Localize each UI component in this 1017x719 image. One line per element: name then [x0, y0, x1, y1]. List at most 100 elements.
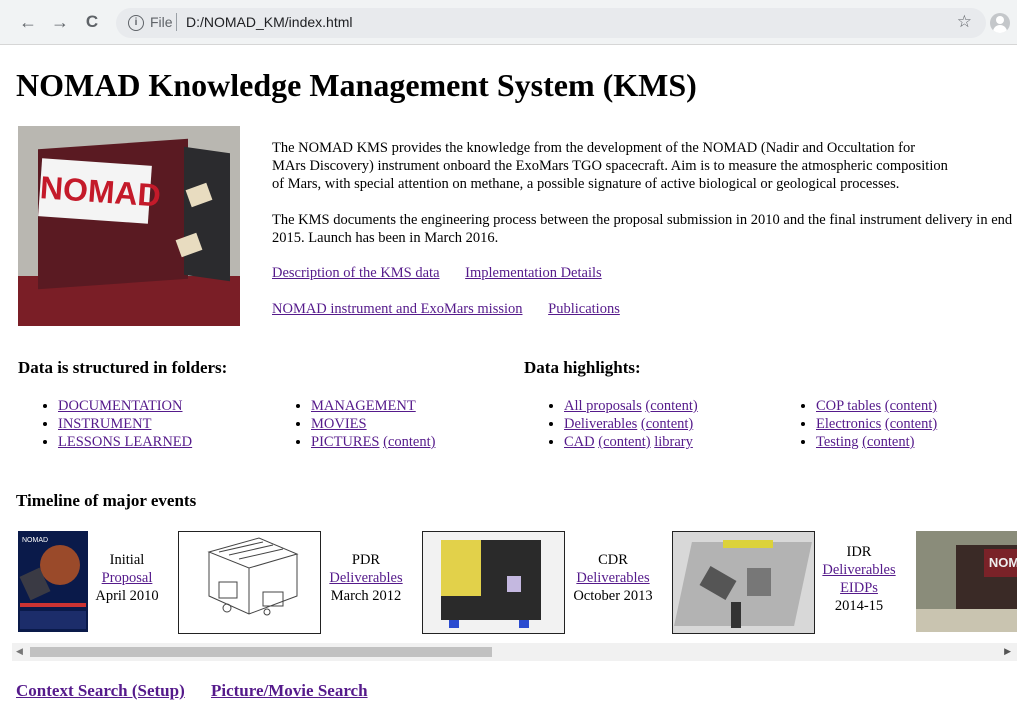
intro-paragraph-2: The KMS documents the engineering proces…: [272, 212, 1013, 246]
profile-avatar-icon[interactable]: [990, 13, 1010, 33]
pdr-deliverables-link[interactable]: Deliverables: [329, 570, 402, 586]
list-item: Deliverables (content): [564, 415, 698, 433]
picture-movie-search-link[interactable]: Picture/Movie Search: [211, 681, 368, 700]
timeline-caption-pdr: PDR Deliverables March 2012: [321, 551, 411, 605]
electronics-link[interactable]: Electronics: [816, 416, 881, 432]
testing-link[interactable]: Testing: [816, 434, 858, 450]
cdr-model-thumb[interactable]: [422, 531, 565, 634]
scroll-right-arrow-icon[interactable]: ▶: [1004, 646, 1011, 657]
intro-line: The NOMAD KMS provides the knowledge fro…: [272, 140, 916, 156]
cop-content-link[interactable]: (content): [885, 398, 937, 414]
implementation-details-link[interactable]: Implementation Details: [465, 265, 602, 281]
cdr-yellow-panel: [441, 540, 481, 596]
timeline-date: April 2010: [95, 588, 159, 604]
idr-yellow-element: [723, 540, 773, 548]
list-item: MANAGEMENT: [311, 397, 435, 415]
list-item: PICTURES (content): [311, 433, 435, 451]
pictures-link[interactable]: PICTURES: [311, 434, 380, 450]
poster-planet: [40, 545, 80, 585]
management-link[interactable]: MANAGEMENT: [311, 398, 416, 414]
highlights-list-2: COP tables (content) Electronics (conten…: [774, 397, 937, 451]
page-title: NOMAD Knowledge Management System (KMS): [16, 67, 697, 103]
folders-list-2: MANAGEMENT MOVIES PICTURES (content): [269, 397, 435, 451]
movies-link[interactable]: MOVIES: [311, 416, 367, 432]
all-proposals-link[interactable]: All proposals: [564, 398, 642, 414]
timeline-date: October 2013: [573, 588, 653, 604]
pictures-content-link[interactable]: (content): [383, 434, 435, 450]
cdr-deliverables-link[interactable]: Deliverables: [576, 570, 649, 586]
idr-component: [747, 568, 771, 596]
proposal-poster-thumb[interactable]: NOMAD: [18, 531, 88, 632]
bookmark-star-icon[interactable]: ☆: [957, 12, 972, 32]
intro-paragraph-1: The NOMAD KMS provides the knowledge fro…: [272, 139, 1017, 193]
timeline-strip[interactable]: NOMAD Initial Proposal April 2010 PDR De…: [18, 531, 1017, 634]
list-item: Electronics (content): [816, 415, 937, 433]
back-arrow-icon[interactable]: ←: [18, 12, 38, 32]
folders-heading: Data is structured in folders:: [18, 358, 228, 377]
cad-content-link[interactable]: (content): [598, 434, 650, 450]
timeline-caption-initial: Initial Proposal April 2010: [90, 551, 164, 605]
intro-line: of Mars, with special attention on metha…: [272, 176, 900, 192]
timeline-line: IDR: [846, 544, 872, 560]
list-item: COP tables (content): [816, 397, 937, 415]
electronics-content-link[interactable]: (content): [885, 416, 937, 432]
instrument-mission-link[interactable]: NOMAD instrument and ExoMars mission: [272, 301, 523, 317]
timeline-line: CDR: [598, 552, 628, 568]
cop-tables-link[interactable]: COP tables: [816, 398, 881, 414]
idr-bench-plate: [674, 542, 812, 626]
highlights-heading: Data highlights:: [524, 358, 641, 377]
final-photo-label: NOM: [984, 549, 1017, 577]
final-photo-table: [916, 609, 1017, 632]
cdr-window: [507, 576, 521, 592]
intro-line: MArs Discovery) instrument onboard the E…: [272, 158, 948, 174]
publications-link[interactable]: Publications: [548, 301, 620, 317]
deliverables-link[interactable]: Deliverables: [564, 416, 637, 432]
poster-title: NOMAD: [22, 537, 49, 544]
idr-component: [731, 602, 741, 628]
url-text[interactable]: D:/NOMAD_KM/index.html: [186, 14, 352, 30]
kms-data-description-link[interactable]: Description of the KMS data: [272, 265, 440, 281]
context-search-link[interactable]: Context Search (Setup): [16, 681, 185, 700]
cdr-foot: [449, 620, 459, 628]
documentation-link[interactable]: DOCUMENTATION: [58, 398, 183, 414]
timeline-caption-cdr: CDR Deliverables October 2013: [566, 551, 660, 605]
horizontal-scrollbar[interactable]: ◀ ▶: [12, 643, 1017, 661]
browser-toolbar: ← → C i File D:/NOMAD_KM/index.html ☆: [0, 0, 1017, 45]
photo-nomad-label: NOMAD: [38, 158, 162, 224]
timeline-proposal-link[interactable]: Proposal: [102, 570, 153, 586]
final-instrument-photo-thumb[interactable]: NOM: [916, 531, 1017, 632]
intro-text: The NOMAD KMS provides the knowledge fro…: [272, 139, 1017, 247]
idr-eidps-link[interactable]: EIDPs: [840, 580, 878, 596]
list-item: LESSONS LEARNED: [58, 433, 192, 451]
info-icon[interactable]: i: [128, 15, 144, 31]
timeline-line: PDR: [351, 552, 381, 568]
scroll-left-arrow-icon[interactable]: ◀: [16, 646, 23, 657]
cad-library-link[interactable]: library: [654, 434, 693, 450]
url-scheme: File: [150, 14, 173, 30]
info-links-row-1: Description of the KMS data Implementati…: [272, 265, 624, 282]
list-item: Testing (content): [816, 433, 937, 451]
idr-deliverables-link[interactable]: Deliverables: [822, 562, 895, 578]
list-item: INSTRUMENT: [58, 415, 192, 433]
idr-bench-thumb[interactable]: [672, 531, 815, 634]
cdr-foot: [519, 620, 529, 628]
instrument-link[interactable]: INSTRUMENT: [58, 416, 151, 432]
forward-arrow-icon[interactable]: →: [50, 12, 70, 32]
pdr-drawing-thumb[interactable]: [178, 531, 321, 634]
address-separator: [176, 13, 177, 31]
list-item: CAD (content) library: [564, 433, 698, 451]
timeline-heading: Timeline of major events: [16, 491, 197, 510]
deliverables-content-link[interactable]: (content): [641, 416, 693, 432]
address-bar[interactable]: i File D:/NOMAD_KM/index.html ☆: [116, 8, 986, 38]
cad-link[interactable]: CAD: [564, 434, 595, 450]
scrollbar-thumb[interactable]: [30, 647, 492, 657]
timeline-date: March 2012: [330, 588, 402, 604]
timeline-date: 2014-15: [834, 598, 884, 614]
lessons-learned-link[interactable]: LESSONS LEARNED: [58, 434, 192, 450]
nomad-instrument-photo: NOMAD: [18, 126, 240, 326]
search-links: Context Search (Setup) Picture/Movie Sea…: [16, 681, 390, 701]
timeline-caption-idr: IDR Deliverables EIDPs 2014-15: [814, 543, 904, 615]
testing-content-link[interactable]: (content): [862, 434, 914, 450]
reload-icon[interactable]: C: [82, 12, 102, 32]
proposals-content-link[interactable]: (content): [645, 398, 697, 414]
